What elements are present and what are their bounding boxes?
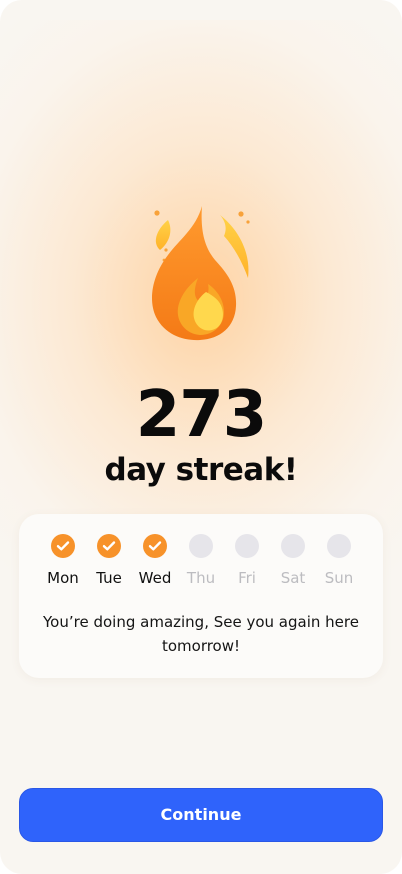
streak-count: 273 <box>135 378 268 452</box>
day-pending-indicator <box>189 534 213 558</box>
day-label: Sun <box>324 569 354 587</box>
encouragement-message: You’re doing amazing, See you again here… <box>43 613 359 655</box>
day-pending-indicator <box>327 534 351 558</box>
day-pending-indicator <box>281 534 305 558</box>
streak-label: day streak! <box>104 452 298 488</box>
day-completed-indicator <box>51 534 75 558</box>
day-sun: Sun <box>316 534 362 587</box>
streak-screen: 273 day streak! Mon Tue Wed Thu Fri Sat … <box>0 0 402 874</box>
day-completed-indicator <box>97 534 121 558</box>
day-completed-indicator <box>143 534 167 558</box>
week-progress-card: Mon Tue Wed Thu Fri Sat Sun You’re doing… <box>19 514 383 678</box>
flame-icon <box>140 200 262 345</box>
weekday-row: Mon Tue Wed Thu Fri Sat Sun <box>40 534 362 587</box>
check-icon <box>56 541 70 551</box>
continue-button[interactable]: Continue <box>19 788 383 842</box>
check-icon <box>102 541 116 551</box>
check-icon <box>148 541 162 551</box>
day-pending-indicator <box>235 534 259 558</box>
